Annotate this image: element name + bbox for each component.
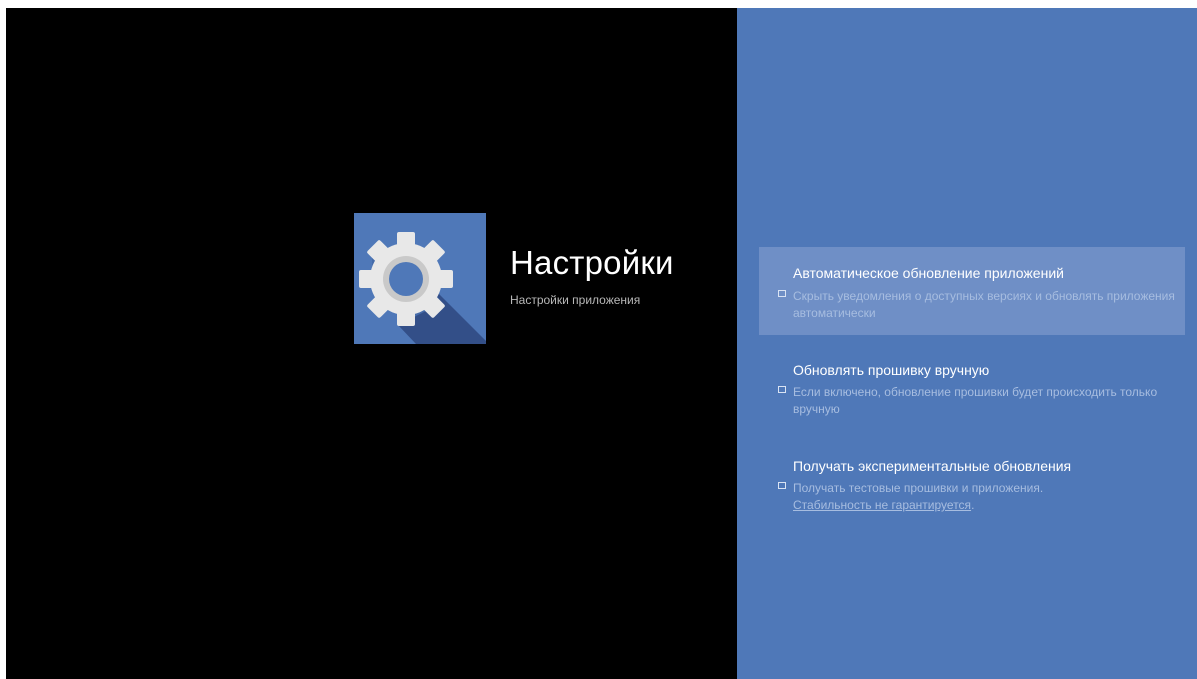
option-title: Получать экспериментальные обновления <box>793 458 1072 474</box>
option-experimental-updates[interactable]: Получать экспериментальные обновления По… <box>759 438 1185 526</box>
checkbox-experimental-updates[interactable] <box>778 482 786 489</box>
stability-warning-link[interactable]: Стабильность не гарантируется <box>793 498 971 512</box>
options-panel: Автоматическое обновление приложений Скр… <box>737 8 1197 679</box>
option-description: Получать тестовые прошивки и приложения.… <box>793 480 1178 514</box>
option-title: Обновлять прошивку вручную <box>793 362 990 378</box>
option-manual-firmware-update[interactable]: Обновлять прошивку вручную Если включено… <box>759 342 1185 430</box>
option-title: Автоматическое обновление приложений <box>793 265 1064 281</box>
page-title: Настройки <box>510 244 674 281</box>
option-description-end: . <box>971 498 975 512</box>
page-subtitle: Настройки приложения <box>510 293 641 307</box>
option-description: Если включено, обновление прошивки будет… <box>793 385 1158 416</box>
gear-icon <box>354 213 486 344</box>
checkbox-manual-firmware-update[interactable] <box>778 386 786 393</box>
option-description-text: Получать тестовые прошивки и приложения. <box>793 481 1044 495</box>
option-auto-update-apps[interactable]: Автоматическое обновление приложений Скр… <box>759 247 1185 335</box>
checkbox-auto-update-apps[interactable] <box>778 290 786 297</box>
settings-screen: Настройки Настройки приложения Автоматич… <box>6 8 1197 679</box>
option-description: Скрыть уведомления о доступных версиях и… <box>793 289 1175 320</box>
